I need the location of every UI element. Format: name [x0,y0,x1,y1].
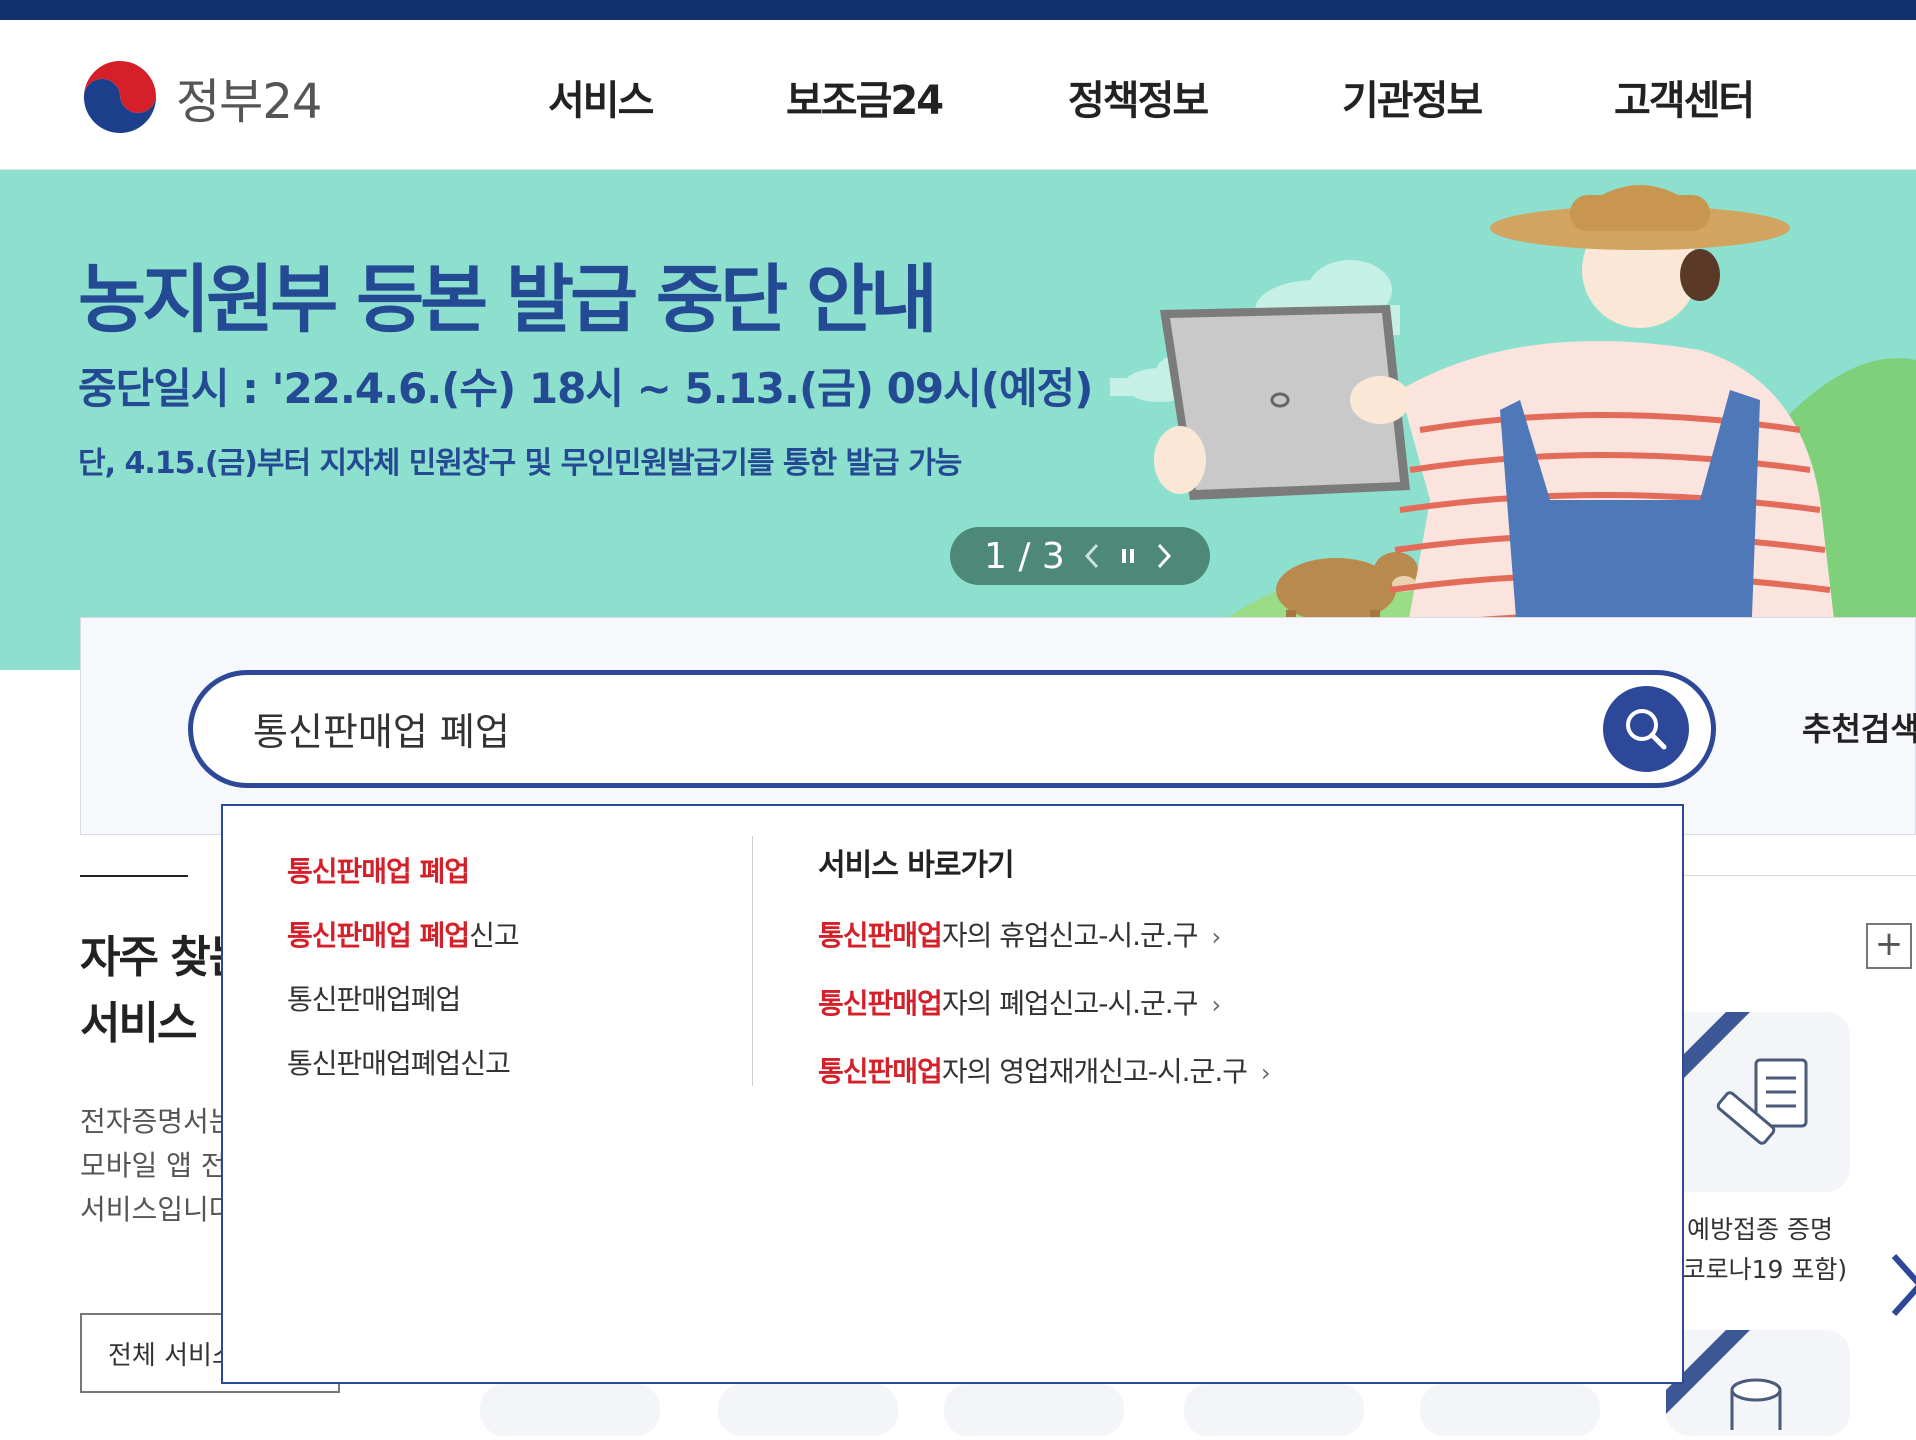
plus-icon[interactable]: + [1866,923,1912,969]
suggestion-rest: 통신판매업폐업신고 [287,1047,511,1080]
suggestion-rest: 통신판매업폐업 [287,983,461,1016]
top-accent-bar [0,0,1916,20]
autocomplete-dropdown: 통신판매업 폐업 통신판매업 폐업신고 통신판매업폐업 통신판매업폐업신고 서비… [221,804,1684,1384]
main-banner[interactable]: 농지원부 등본 발급 중단 안내 중단일시 : '22.4.6.(수) 18시 … [0,170,1916,670]
service-shortcut-link[interactable]: 통신판매업자의 휴업신고-시.군.구 › [818,914,1221,954]
dropdown-divider [752,836,753,1086]
nav-item-service[interactable]: 서비스 [548,68,654,126]
chevron-right-icon: › [1260,1059,1271,1087]
service-card-vaccination[interactable] [1666,1012,1850,1192]
slide-counter: 1 / 3 [984,535,1065,577]
chevron-right-icon[interactable] [1888,1250,1916,1320]
shortcut-rest: 자의 폐업신고-시.군.구 [941,987,1199,1020]
taegeuk-logo-icon [80,57,160,137]
chevron-right-icon: › [1211,923,1221,951]
desc-line: 모바일 앱 전 [80,1149,227,1182]
shortcut-highlight: 통신판매업 [818,987,943,1020]
service-card[interactable] [944,1384,1124,1436]
suggestion-highlight: 통신판매업 폐업 [287,855,470,888]
chevron-right-icon: › [1211,991,1221,1019]
banner-note: 단, 4.15.(금)부터 지자체 민원창구 및 무인민원발급기를 통한 발급 … [78,446,962,481]
shortcut-rest: 자의 휴업신고-시.군.구 [941,919,1199,952]
vaccination-certificate-icon [1666,1012,1808,1145]
suggestion-highlight: 통신판매업 폐업 [287,919,470,952]
database-icon [1666,1330,1782,1430]
search-input[interactable] [253,700,1553,756]
service-card[interactable] [1420,1384,1600,1436]
nav-item-agency[interactable]: 기관정보 [1342,68,1483,126]
suggestion-item[interactable]: 통신판매업 폐업신고 [287,914,520,954]
service-card[interactable] [1184,1384,1364,1436]
service-shortcut-link[interactable]: 통신판매업자의 영업재개신고-시.군.구 › [818,1050,1271,1090]
nav-item-customer-center[interactable]: 고객센터 [1614,68,1755,126]
suggestion-rest: 신고 [469,919,520,952]
banner-subtitle: 중단일시 : '22.4.6.(수) 18시 ~ 5.13.(금) 09시(예정… [78,364,1093,413]
suggestion-item[interactable]: 통신판매업폐업 [287,978,461,1018]
frequent-services-desc: 전자증명서는 모바일 앱 전 서비스입니다 [80,1100,235,1232]
nav-item-subsidy24[interactable]: 보조금24 [786,68,944,126]
service-card[interactable] [718,1384,898,1436]
shortcut-rest: 자의 영업재개신고-시.군.구 [941,1055,1248,1088]
banner-title: 농지원부 등본 발급 중단 안내 [78,257,938,343]
service-card[interactable] [1666,1330,1850,1436]
search-icon [1626,709,1667,750]
logo[interactable]: 정부24 [78,55,322,139]
pause-icon[interactable] [1110,534,1146,578]
shortcut-highlight: 통신판매업 [818,919,943,952]
shortcut-highlight: 통신판매업 [818,1055,943,1088]
suggestion-item[interactable]: 통신판매업 폐업 [287,850,470,890]
nav-item-policy[interactable]: 정책정보 [1068,68,1209,126]
chevron-right-icon[interactable] [1146,534,1182,578]
section-divider [80,875,188,877]
chevron-left-icon[interactable] [1074,534,1110,578]
banner-slide-controls: 1 / 3 [950,527,1210,585]
recommended-search-label[interactable]: 추천검색 [1802,704,1916,750]
logo-text: 정부24 [176,74,322,130]
site-header: 정부24 서비스 보조금24 정책정보 기관정보 고객센터 [0,20,1916,170]
search-box [188,670,1716,788]
service-card[interactable] [480,1384,660,1436]
service-shortcut-link[interactable]: 통신판매업자의 폐업신고-시.군.구 › [818,982,1221,1022]
desc-line: 서비스입니다 [80,1193,235,1226]
desc-line: 전자증명서는 [80,1105,235,1138]
farmer-illustration [1110,185,1916,670]
service-shortcut-heading: 서비스 바로가기 [818,848,1015,883]
suggestion-item[interactable]: 통신판매업폐업신고 [287,1042,511,1082]
search-button[interactable] [1603,686,1689,772]
